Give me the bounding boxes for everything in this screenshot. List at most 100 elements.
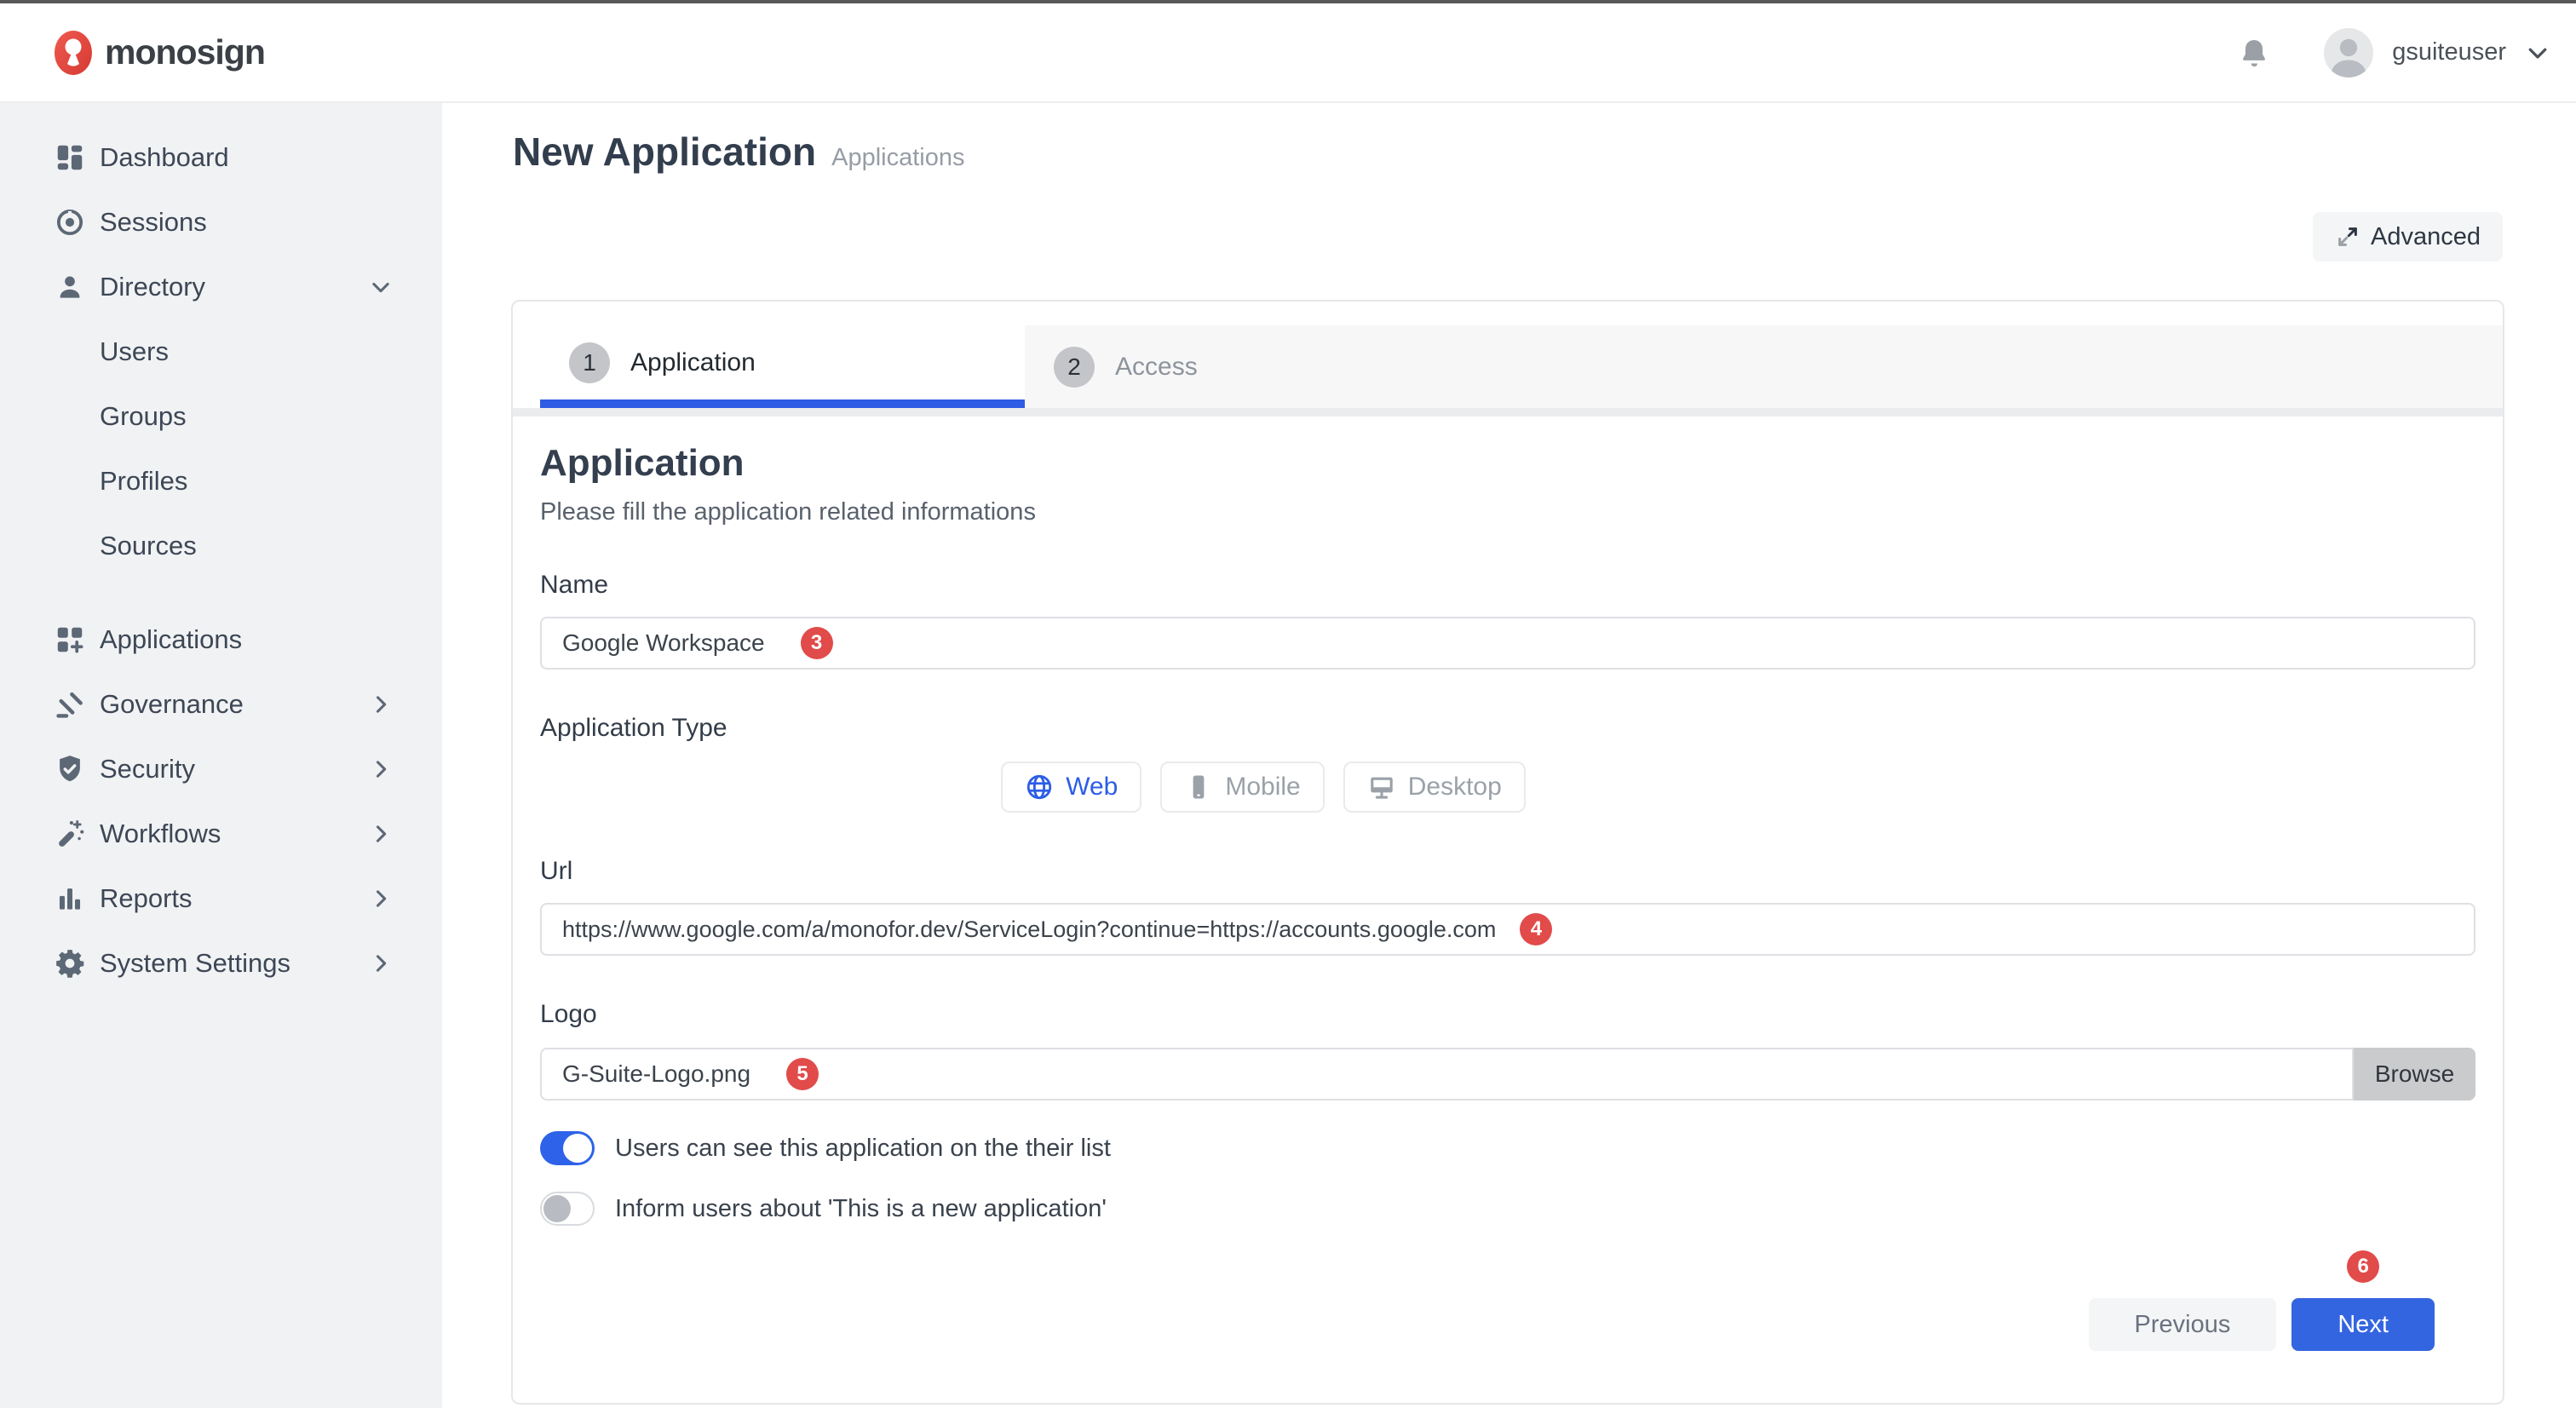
wizard-footer: Previous 6 Next	[2089, 1298, 2435, 1351]
page-title: New Application	[513, 129, 816, 175]
sidebar-item-label: Workflows	[100, 819, 221, 849]
sidebar-item-label: Users	[100, 336, 169, 367]
sidebar-item-label: Profiles	[100, 466, 187, 497]
page-header: New Application Applications	[513, 129, 964, 175]
sidebar-item-users[interactable]: Users	[0, 319, 442, 384]
form-section-title: Application	[540, 442, 2475, 485]
application-type-label: Application Type	[540, 714, 2475, 743]
step-badge-5: 5	[786, 1058, 819, 1090]
logo-label: Logo	[540, 1000, 2475, 1029]
governance-icon	[54, 688, 86, 721]
type-option-mobile[interactable]: Mobile	[1160, 761, 1324, 813]
application-type-options: Web Mobile	[540, 761, 2475, 813]
sidebar-item-dashboard[interactable]: Dashboard	[0, 125, 442, 190]
step-badge-6: 6	[2347, 1250, 2379, 1283]
application-form: Application Please fill the application …	[513, 442, 2503, 1226]
sessions-icon	[54, 206, 86, 238]
toggle-knob	[563, 1134, 592, 1163]
chevron-right-icon	[369, 822, 393, 846]
brand-logo[interactable]: monosign	[54, 30, 265, 76]
sidebar-item-applications[interactable]: Applications	[0, 607, 442, 672]
type-option-label: Mobile	[1225, 773, 1300, 802]
form-section-subtitle: Please fill the application related info…	[540, 498, 2475, 526]
type-option-desktop[interactable]: Desktop	[1343, 761, 1526, 813]
mobile-phone-icon	[1184, 773, 1213, 802]
wizard-card: 1 Application 2 Access Application Pleas…	[511, 300, 2504, 1405]
browse-button[interactable]: Browse	[2354, 1048, 2475, 1101]
tab-step-number: 2	[1054, 347, 1095, 388]
sidebar-item-label: Groups	[100, 401, 187, 432]
security-shield-icon	[54, 753, 86, 785]
user-menu-chevron-down-icon[interactable]	[2525, 40, 2550, 66]
chevron-right-icon	[369, 951, 393, 975]
sidebar-item-label: Directory	[100, 272, 205, 302]
name-input-value: Google Workspace	[562, 629, 765, 657]
directory-icon	[54, 271, 86, 303]
toggle-label: Inform users about 'This is a new applic…	[615, 1195, 1107, 1223]
logo-file-name: G-Suite-Logo.png	[562, 1060, 750, 1088]
previous-button[interactable]: Previous	[2089, 1298, 2277, 1351]
workflows-wand-icon	[54, 818, 86, 850]
toggle-row-inform: Inform users about 'This is a new applic…	[540, 1192, 2475, 1226]
toggle-knob	[543, 1195, 571, 1222]
user-name[interactable]: gsuiteuser	[2392, 38, 2506, 66]
next-button[interactable]: Next	[2291, 1298, 2435, 1351]
monosign-logo-icon	[54, 30, 93, 76]
sidebar-item-profiles[interactable]: Profiles	[0, 449, 442, 514]
sidebar-item-label: Sources	[100, 531, 197, 561]
notifications-bell-icon[interactable]	[2237, 36, 2271, 70]
url-input-value: https://www.google.com/a/monofor.dev/Ser…	[562, 917, 1496, 943]
header-actions: gsuiteuser	[2237, 28, 2550, 78]
sidebar-item-sources[interactable]: Sources	[0, 514, 442, 578]
name-input[interactable]: Google Workspace 3	[540, 617, 2475, 670]
users-can-see-toggle[interactable]	[540, 1131, 595, 1165]
sidebar-item-workflows[interactable]: Workflows	[0, 802, 442, 866]
tab-application[interactable]: 1 Application	[540, 325, 1025, 408]
tab-label: Application	[630, 348, 756, 377]
wizard-tabs: 1 Application 2 Access	[513, 302, 2503, 408]
application-window: monosign gsuiteuser	[0, 0, 2576, 1408]
sidebar-item-security[interactable]: Security	[0, 737, 442, 802]
tab-label: Access	[1115, 353, 1198, 382]
tab-step-number: 1	[569, 342, 610, 383]
sidebar-nav: Dashboard Sessions	[0, 103, 442, 1408]
sidebar-item-label: Applications	[100, 624, 242, 655]
sidebar-item-groups[interactable]: Groups	[0, 384, 442, 449]
globe-icon	[1025, 773, 1054, 802]
sidebar-item-label: System Settings	[100, 948, 290, 979]
sidebar-item-reports[interactable]: Reports	[0, 866, 442, 931]
user-avatar[interactable]	[2324, 28, 2373, 78]
advanced-button-label: Advanced	[2371, 223, 2481, 251]
sidebar-item-label: Dashboard	[100, 142, 229, 173]
inform-users-toggle[interactable]	[540, 1192, 595, 1226]
sidebar-item-label: Reports	[100, 883, 193, 914]
toggle-row-visible: Users can see this application on the th…	[540, 1131, 2475, 1165]
main-content: New Application Applications Advanced 1 …	[442, 103, 2576, 1408]
chevron-right-icon	[369, 757, 393, 781]
type-option-web[interactable]: Web	[1001, 761, 1141, 813]
chevron-down-icon	[369, 275, 393, 299]
top-header: monosign gsuiteuser	[0, 3, 2576, 103]
expand-arrows-icon	[2335, 224, 2360, 250]
toggle-label: Users can see this application on the th…	[615, 1135, 1111, 1163]
logo-file-input[interactable]: G-Suite-Logo.png 5	[540, 1048, 2354, 1101]
avatar-person-icon	[2324, 28, 2373, 78]
advanced-button[interactable]: Advanced	[2313, 212, 2503, 261]
sidebar-item-sessions[interactable]: Sessions	[0, 190, 442, 255]
sidebar-item-governance[interactable]: Governance	[0, 672, 442, 737]
sidebar-item-directory[interactable]: Directory	[0, 255, 442, 319]
applications-icon	[54, 624, 86, 656]
url-input[interactable]: https://www.google.com/a/monofor.dev/Ser…	[540, 903, 2475, 956]
sidebar-item-system-settings[interactable]: System Settings	[0, 931, 442, 996]
gear-icon	[54, 947, 86, 980]
step-badge-4: 4	[1520, 913, 1552, 945]
reports-bar-chart-icon	[54, 882, 86, 915]
type-option-label: Desktop	[1408, 773, 1502, 802]
name-label: Name	[540, 571, 2475, 600]
breadcrumb: Applications	[831, 144, 964, 172]
type-option-label: Web	[1066, 773, 1118, 802]
sidebar-item-label: Sessions	[100, 207, 207, 238]
tab-access[interactable]: 2 Access	[1025, 325, 2503, 408]
brand-name: monosign	[105, 32, 265, 72]
chevron-right-icon	[369, 693, 393, 716]
